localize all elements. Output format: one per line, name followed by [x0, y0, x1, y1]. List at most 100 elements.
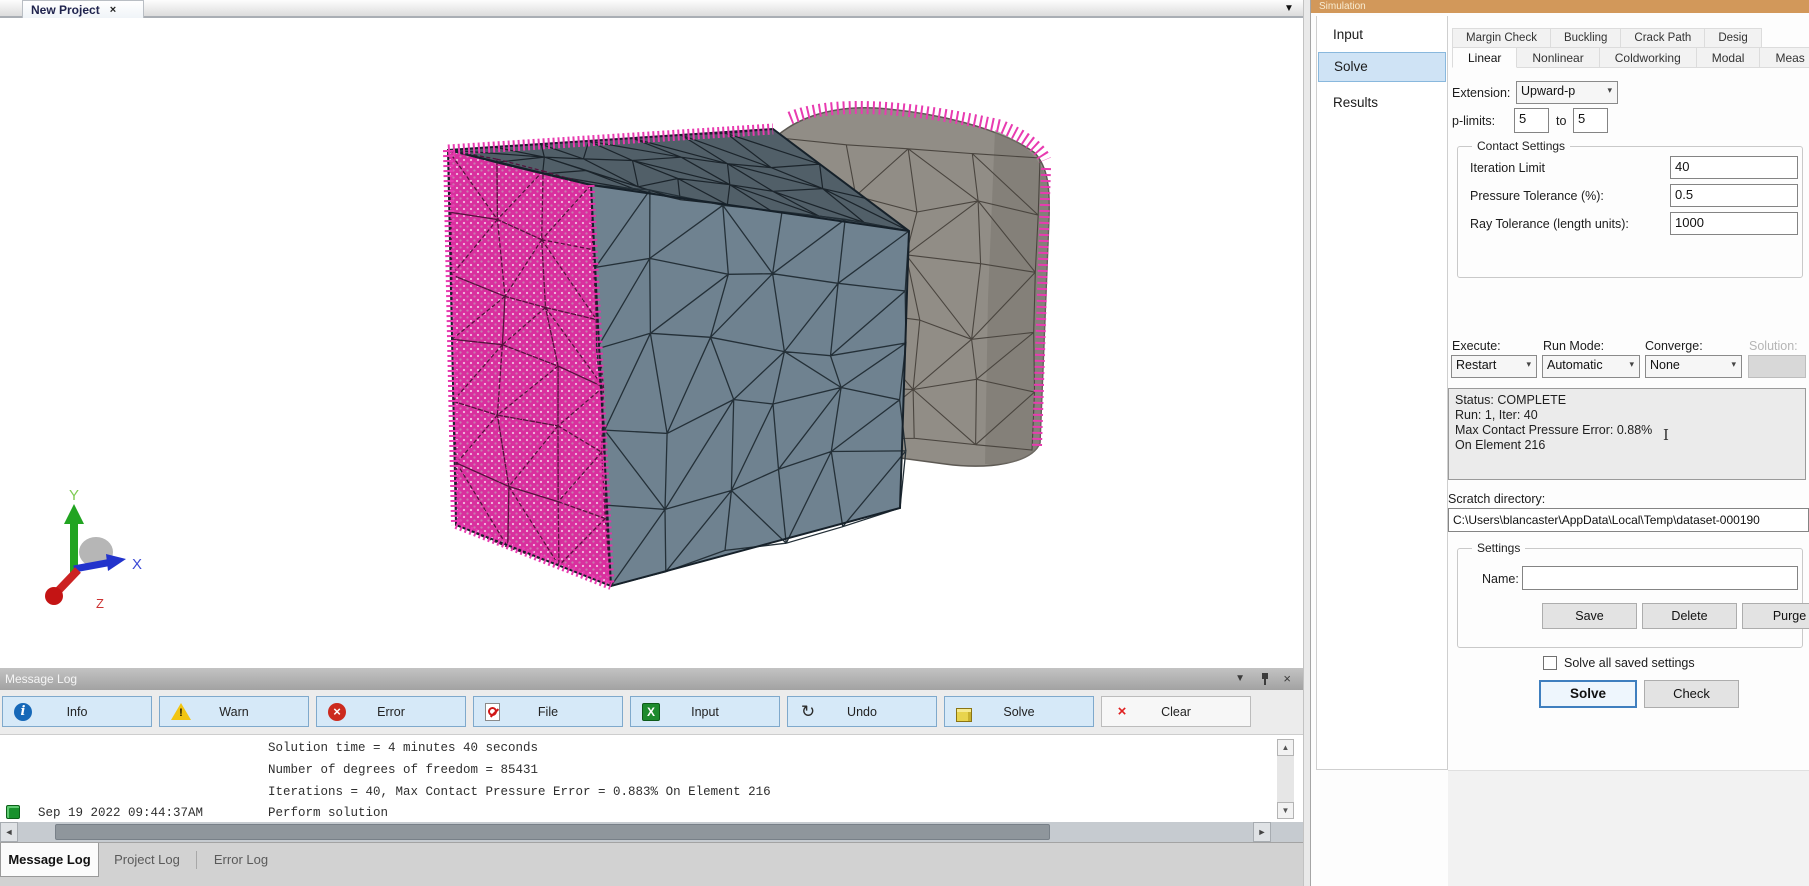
- converge-dropdown[interactable]: None ▾: [1645, 355, 1742, 378]
- solve-all-checkbox[interactable]: [1543, 656, 1557, 670]
- horizontal-scrollbar[interactable]: ◄ ►: [0, 822, 1303, 842]
- p-limit-from-field[interactable]: 5: [1514, 108, 1549, 133]
- settings-group: Settings Name: Save Delete Purge: [1457, 548, 1803, 648]
- tab-modal[interactable]: Modal: [1697, 47, 1761, 68]
- log-entry-icon: [6, 805, 20, 819]
- info-filter-button[interactable]: i Info: [2, 696, 152, 727]
- contact-settings-legend: Contact Settings: [1472, 139, 1570, 153]
- status-line: Max Contact Pressure Error: 0.88%: [1455, 423, 1799, 438]
- x-axis-label: X: [132, 556, 142, 573]
- tab-margin-check[interactable]: Margin Check: [1452, 28, 1551, 48]
- scratch-directory-field[interactable]: C:\Users\blancaster\AppData\Local\Temp\d…: [1448, 508, 1809, 532]
- log-line: Number of degrees of freedom = 85431: [268, 763, 538, 777]
- y-axis-arrow: [64, 504, 84, 524]
- purge-button[interactable]: Purge: [1742, 603, 1809, 629]
- solve-button[interactable]: Solve: [1539, 680, 1637, 708]
- document-tab-title: New Project: [31, 3, 100, 17]
- chevron-down-icon: ▾: [1629, 359, 1634, 370]
- iteration-limit-field[interactable]: 40: [1670, 156, 1798, 179]
- chevron-down-icon: ▾: [1526, 359, 1531, 370]
- y-axis-label: Y: [69, 487, 79, 504]
- log-line: Solution time = 4 minutes 40 seconds: [268, 741, 538, 755]
- undo-button[interactable]: ↻ Undo: [787, 696, 937, 727]
- iteration-limit-label: Iteration Limit: [1470, 161, 1545, 175]
- close-icon[interactable]: ×: [1283, 668, 1291, 690]
- extension-dropdown[interactable]: Upward-p ▾: [1516, 81, 1618, 104]
- settings-legend: Settings: [1472, 541, 1525, 555]
- message-log-title: Message Log: [5, 672, 77, 686]
- check-button[interactable]: Check: [1644, 680, 1739, 708]
- cube-front-face[interactable]: [591, 185, 909, 586]
- execute-dropdown[interactable]: Restart ▾: [1451, 355, 1537, 378]
- z-axis-arrow: [45, 587, 63, 605]
- document-tab-bar: New Project × ▼: [0, 0, 1303, 18]
- message-log-toolbar: i Info ! Warn × Error File X Input ↻ Und…: [0, 690, 1303, 734]
- tab-measure[interactable]: Meas: [1760, 47, 1809, 68]
- document-tab-new-project[interactable]: New Project ×: [22, 0, 144, 18]
- log-message: Perform solution: [268, 806, 388, 820]
- tab-error-log[interactable]: Error Log: [199, 843, 283, 877]
- tab-linear[interactable]: Linear: [1452, 47, 1517, 68]
- tab-close-icon[interactable]: ×: [110, 4, 116, 16]
- input-button[interactable]: X Input: [630, 696, 780, 727]
- save-button[interactable]: Save: [1542, 603, 1637, 629]
- tab-buckling[interactable]: Buckling: [1551, 28, 1621, 48]
- axis-triad: Y X Z: [45, 487, 142, 611]
- simulation-nav: Input Solve Results: [1316, 16, 1448, 770]
- delete-button[interactable]: Delete: [1642, 603, 1737, 629]
- warn-filter-button[interactable]: ! Warn: [159, 696, 309, 727]
- panel-menu-icon[interactable]: ▼: [1235, 668, 1245, 690]
- scroll-down-icon[interactable]: ▼: [1277, 802, 1294, 819]
- tab-design[interactable]: Desig: [1705, 28, 1761, 48]
- model-canvas[interactable]: Y X Z: [0, 18, 1303, 668]
- tab-project-log[interactable]: Project Log: [101, 843, 193, 877]
- file-button[interactable]: File: [473, 696, 623, 727]
- tab-message-log[interactable]: Message Log: [0, 843, 99, 877]
- nav-item-solve[interactable]: Solve: [1318, 52, 1446, 82]
- method-tab-row: Linear Nonlinear Coldworking Modal Meas: [1452, 47, 1809, 68]
- scroll-up-icon[interactable]: ▲: [1277, 739, 1294, 756]
- model-viewport[interactable]: Y X Z: [0, 18, 1303, 668]
- pressure-tolerance-field[interactable]: 0.5: [1670, 184, 1798, 207]
- setting-name-input[interactable]: [1522, 566, 1798, 590]
- scroll-left-icon[interactable]: ◄: [0, 822, 18, 842]
- setting-name-label: Name:: [1482, 572, 1519, 586]
- extension-label: Extension:: [1452, 86, 1510, 100]
- ray-tolerance-field[interactable]: 1000: [1670, 212, 1798, 235]
- nav-item-results[interactable]: Results: [1318, 90, 1446, 116]
- text-cursor: I: [1663, 426, 1669, 444]
- meshed-cube[interactable]: [448, 129, 909, 586]
- tab-overflow-menu-icon[interactable]: ▼: [1284, 3, 1294, 14]
- clear-button[interactable]: × Clear: [1101, 696, 1251, 727]
- scrollbar-thumb[interactable]: [55, 824, 1050, 840]
- error-filter-button[interactable]: × Error: [316, 696, 466, 727]
- solution-field: [1748, 355, 1806, 378]
- message-log-titlebar[interactable]: Message Log ▼ ×: [0, 668, 1303, 690]
- solve-log-button[interactable]: Solve: [944, 696, 1094, 727]
- tab-nonlinear[interactable]: Nonlinear: [1517, 47, 1599, 68]
- ray-tolerance-label: Ray Tolerance (length units):: [1470, 217, 1629, 231]
- panel-filler: [1448, 770, 1809, 886]
- nav-item-input[interactable]: Input: [1318, 22, 1446, 48]
- panel-splitter[interactable]: [1303, 0, 1311, 886]
- z-axis-label: Z: [96, 596, 104, 611]
- x-axis-arrow: [106, 554, 126, 571]
- p-limit-to-field[interactable]: 5: [1573, 108, 1608, 133]
- simulation-panel-title: Simulation: [1311, 0, 1809, 13]
- status-line: On Element 216: [1455, 438, 1799, 453]
- status-line: Run: 1, Iter: 40: [1455, 408, 1799, 423]
- pin-icon[interactable]: [1261, 673, 1269, 685]
- tab-coldworking[interactable]: Coldworking: [1600, 47, 1697, 68]
- solver-status-box: Status: COMPLETE Run: 1, Iter: 40 Max Co…: [1448, 388, 1806, 480]
- application-window: New Project × ▼: [0, 0, 1809, 886]
- status-line: Status: COMPLETE: [1455, 393, 1799, 408]
- scroll-right-icon[interactable]: ►: [1253, 822, 1271, 842]
- vertical-scrollbar[interactable]: ▲ ▼: [1277, 739, 1294, 819]
- scratch-directory-label: Scratch directory:: [1448, 492, 1545, 506]
- log-tab-strip: Message Log Project Log Error Log: [0, 842, 1303, 886]
- tab-crack-path[interactable]: Crack Path: [1621, 28, 1705, 48]
- run-mode-dropdown[interactable]: Automatic ▾: [1542, 355, 1640, 378]
- execute-label: Execute:: [1452, 339, 1501, 353]
- p-limits-to-label: to: [1556, 114, 1566, 128]
- contact-settings-group: Contact Settings Iteration Limit 40 Pres…: [1457, 146, 1803, 278]
